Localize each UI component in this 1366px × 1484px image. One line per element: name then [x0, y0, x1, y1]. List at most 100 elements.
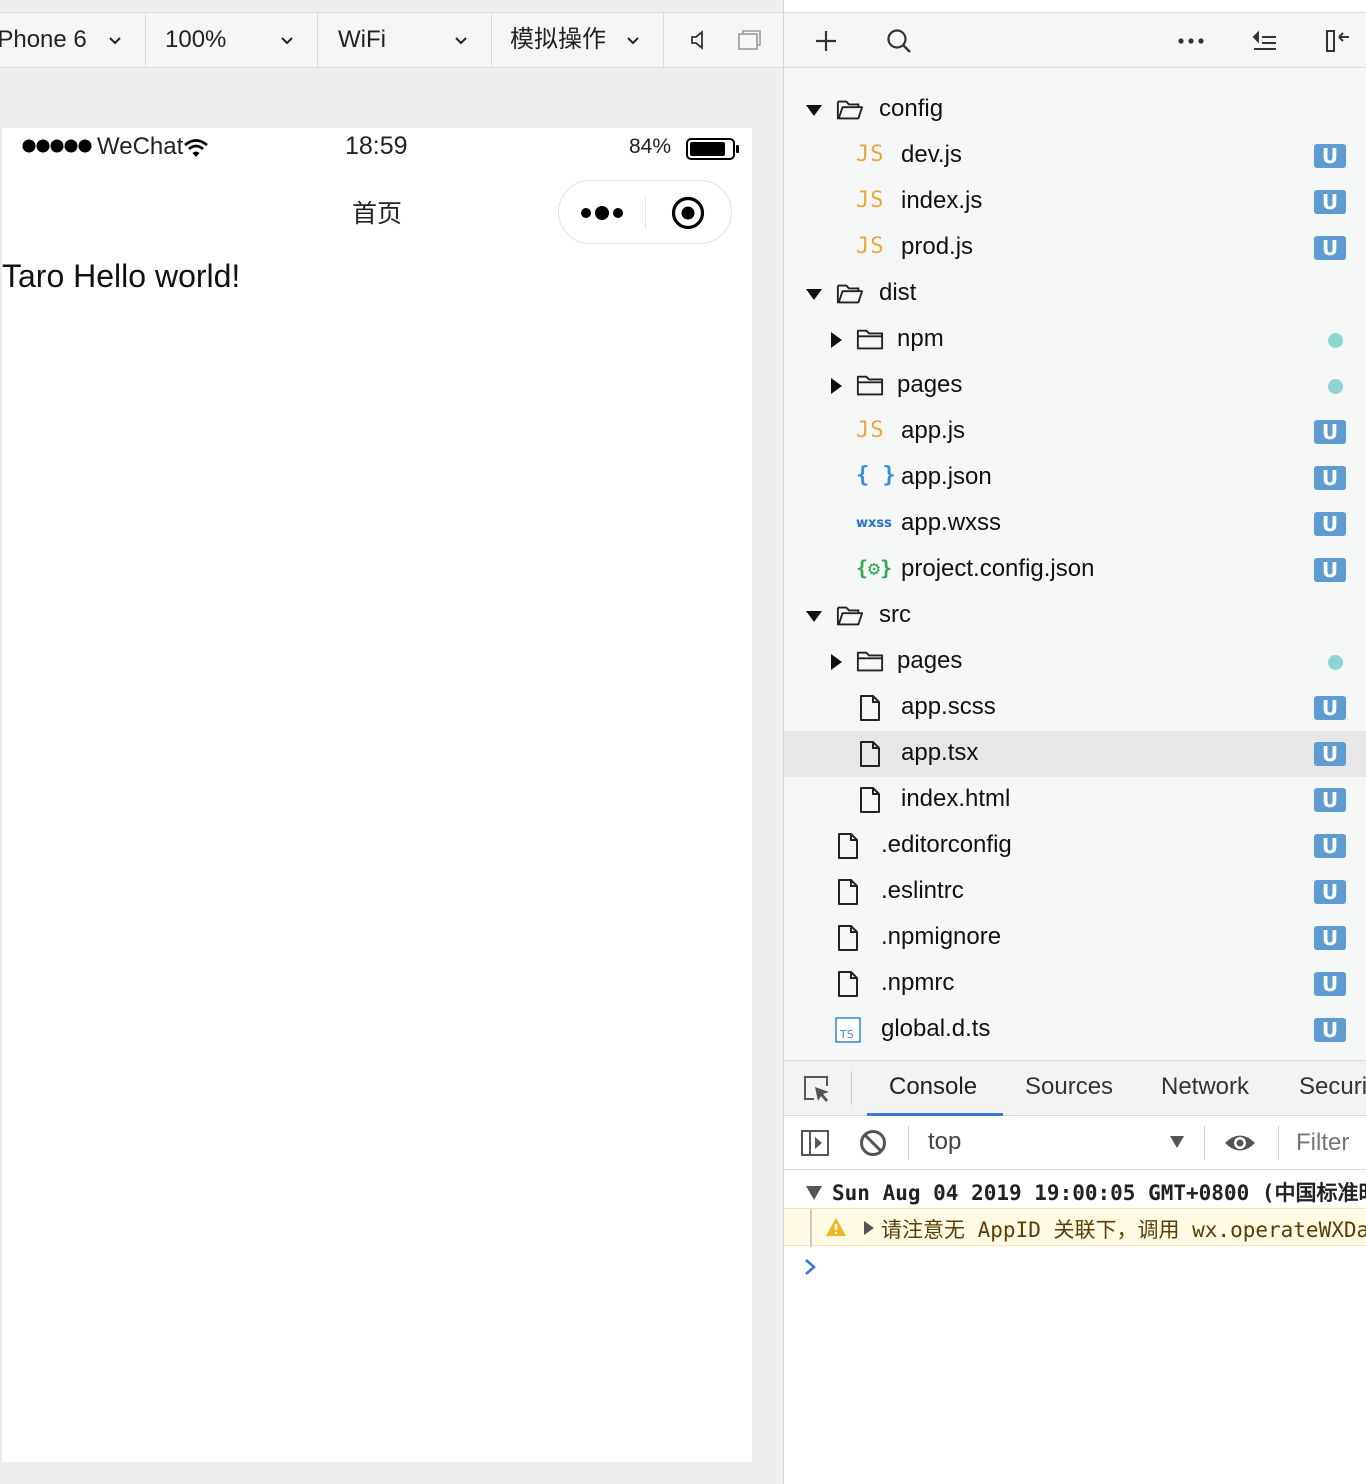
- tree-file[interactable]: .editorconfig U: [784, 823, 1366, 869]
- tree-item-label: dist: [879, 279, 917, 306]
- toggle-panel-icon[interactable]: [1323, 27, 1351, 55]
- untracked-badge: U: [1314, 926, 1346, 950]
- caret-right-icon[interactable]: [828, 378, 844, 394]
- file-icon: [834, 924, 862, 952]
- caret-down-icon[interactable]: [806, 286, 822, 302]
- chevron-down-icon: [109, 37, 121, 45]
- config-json-file-icon: {⚙}: [856, 556, 893, 580]
- simulator-toolbar: iPhone 6 100% WiFi 模拟操作: [0, 12, 783, 68]
- battery-percent: 84%: [629, 135, 672, 158]
- js-file-icon: JS: [856, 418, 885, 443]
- tree-item-label: app.js: [901, 417, 966, 444]
- caret-down-icon[interactable]: [806, 102, 822, 118]
- tree-folder[interactable]: npm: [784, 317, 1366, 363]
- show-sidebar-icon[interactable]: [800, 1128, 830, 1158]
- context-select[interactable]: top: [920, 1116, 1188, 1170]
- untracked-badge: U: [1314, 742, 1346, 766]
- more-options-icon[interactable]: [1177, 27, 1205, 55]
- editor-panel: config JS dev.js U JS index.js U JS prod.js Udist…: [783, 0, 1366, 1484]
- simulator-panel: iPhone 6 100% WiFi 模拟操作 WeChat 18:59 84%…: [0, 0, 783, 1484]
- untracked-badge: U: [1314, 144, 1346, 168]
- expand-triangle-icon: [806, 1186, 822, 1200]
- tree-item-label: app.json: [901, 463, 992, 490]
- zoom-select[interactable]: 100%: [146, 13, 318, 67]
- tree-folder[interactable]: config: [784, 87, 1366, 133]
- modified-dot: [1328, 333, 1343, 348]
- modified-dot: [1328, 655, 1343, 670]
- tree-file[interactable]: .eslintrc U: [784, 869, 1366, 915]
- file-icon: [834, 970, 862, 998]
- tree-item-label: .editorconfig: [881, 831, 1012, 858]
- clear-console-icon[interactable]: [858, 1128, 888, 1158]
- group-indent-line: [810, 1209, 812, 1247]
- network-select-label: WiFi: [338, 26, 386, 53]
- untracked-badge: U: [1314, 558, 1346, 582]
- tree-file[interactable]: .npmrc U: [784, 961, 1366, 1007]
- dropdown-triangle-icon: [1170, 1136, 1184, 1148]
- capsule-menu: [558, 180, 732, 244]
- tab-sources[interactable]: Sources: [1025, 1073, 1113, 1101]
- device-select[interactable]: iPhone 6: [0, 13, 146, 67]
- tree-file[interactable]: index.html U: [784, 777, 1366, 823]
- tree-item-label: app.wxss: [901, 509, 1002, 536]
- folder-open-icon: [836, 96, 864, 124]
- search-icon[interactable]: [885, 27, 913, 55]
- inspect-element-icon[interactable]: [802, 1074, 832, 1104]
- toolbar-divider: [1278, 1126, 1279, 1160]
- tree-item-label: .eslintrc: [881, 877, 964, 904]
- tab-console[interactable]: Console: [889, 1073, 977, 1101]
- expand-arrow-icon[interactable]: [864, 1221, 874, 1235]
- tree-file[interactable]: {⚙} project.config.json U: [784, 547, 1366, 593]
- tree-item-label: pages: [897, 371, 963, 398]
- detach-window-icon[interactable]: [736, 27, 762, 53]
- caret-right-icon[interactable]: [828, 654, 844, 670]
- tree-file[interactable]: JS app.js U: [784, 409, 1366, 455]
- add-icon[interactable]: [812, 27, 840, 55]
- tree-file[interactable]: JS prod.js U: [784, 225, 1366, 271]
- tree-item-label: prod.js: [901, 233, 974, 260]
- capsule-divider: [645, 197, 646, 229]
- tree-item-label: .npmrc: [881, 969, 955, 996]
- tree-folder[interactable]: pages: [784, 639, 1366, 685]
- network-select[interactable]: WiFi: [318, 13, 492, 67]
- collapse-all-icon[interactable]: [1251, 27, 1279, 55]
- file-tree: config JS dev.js U JS index.js U JS prod.js Udist…: [784, 68, 1366, 1060]
- devtools-tabbar: Console Sources Network Securi: [784, 1060, 1366, 1116]
- console-warning-row[interactable]: 请注意无 AppID 关联下，调用 wx.operateWXData 是受限的: [784, 1208, 1366, 1247]
- untracked-badge: U: [1314, 236, 1346, 260]
- simulate-action-select[interactable]: 模拟操作: [492, 13, 664, 67]
- tree-folder[interactable]: dist: [784, 271, 1366, 317]
- untracked-badge: U: [1314, 834, 1346, 858]
- file-icon: [856, 694, 884, 722]
- console-group-header[interactable]: Sun Aug 04 2019 19:00:05 GMT+0800 (中国标准时…: [784, 1174, 1366, 1210]
- tree-folder[interactable]: src: [784, 593, 1366, 639]
- file-tree-toolbar: [784, 12, 1366, 68]
- status-time: 18:59: [345, 132, 408, 160]
- close-miniprogram-icon[interactable]: [671, 196, 705, 230]
- wifi-icon: [184, 139, 208, 157]
- tree-file[interactable]: wxss app.wxss U: [784, 501, 1366, 547]
- tree-file[interactable]: TS global.d.ts U: [784, 1007, 1366, 1053]
- tree-file[interactable]: app.tsx U: [784, 731, 1366, 777]
- tree-file[interactable]: JS dev.js U: [784, 133, 1366, 179]
- untracked-badge: U: [1314, 466, 1346, 490]
- tree-file[interactable]: JS index.js U: [784, 179, 1366, 225]
- tab-network[interactable]: Network: [1161, 1073, 1249, 1101]
- live-expression-eye-icon[interactable]: [1223, 1130, 1257, 1156]
- file-icon: [856, 740, 884, 768]
- console-output: Sun Aug 04 2019 19:00:05 GMT+0800 (中国标准时…: [784, 1170, 1366, 1484]
- tab-security[interactable]: Securi: [1299, 1073, 1366, 1101]
- caret-down-icon[interactable]: [806, 608, 822, 624]
- console-filter-input[interactable]: [1288, 1124, 1366, 1162]
- tree-file[interactable]: app.scss U: [784, 685, 1366, 731]
- untracked-badge: U: [1314, 696, 1346, 720]
- console-group-timestamp: Sun Aug 04 2019 19:00:05 GMT+0800 (中国标准时…: [832, 1181, 1366, 1205]
- more-icon[interactable]: [579, 203, 625, 223]
- tree-file[interactable]: { } app.json U: [784, 455, 1366, 501]
- js-file-icon: JS: [856, 234, 885, 259]
- tree-folder[interactable]: pages: [784, 363, 1366, 409]
- mute-icon[interactable]: [686, 27, 712, 53]
- caret-right-icon[interactable]: [828, 332, 844, 348]
- tree-file[interactable]: .npmignore U: [784, 915, 1366, 961]
- console-prompt-icon[interactable]: [804, 1258, 818, 1276]
